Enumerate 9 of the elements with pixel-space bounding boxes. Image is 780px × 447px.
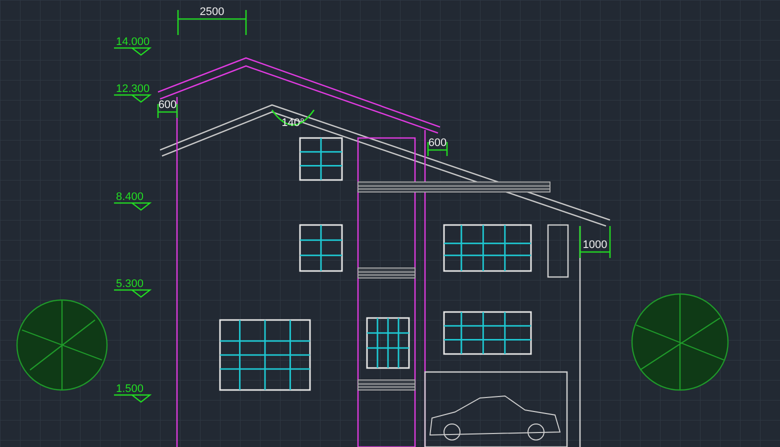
elevation-label: 5.300 xyxy=(116,278,144,290)
elevation-label: 1.500 xyxy=(116,383,144,395)
elevation-label: 12.300 xyxy=(116,83,150,95)
dimension-label: 1000 xyxy=(582,239,608,251)
dimension-label: 600 xyxy=(158,99,177,111)
dimension-label: 600 xyxy=(428,137,447,149)
elevation-label: 14.000 xyxy=(116,36,150,48)
dimension-label: 2500 xyxy=(200,6,224,18)
elevation-label: 8.400 xyxy=(116,191,144,203)
